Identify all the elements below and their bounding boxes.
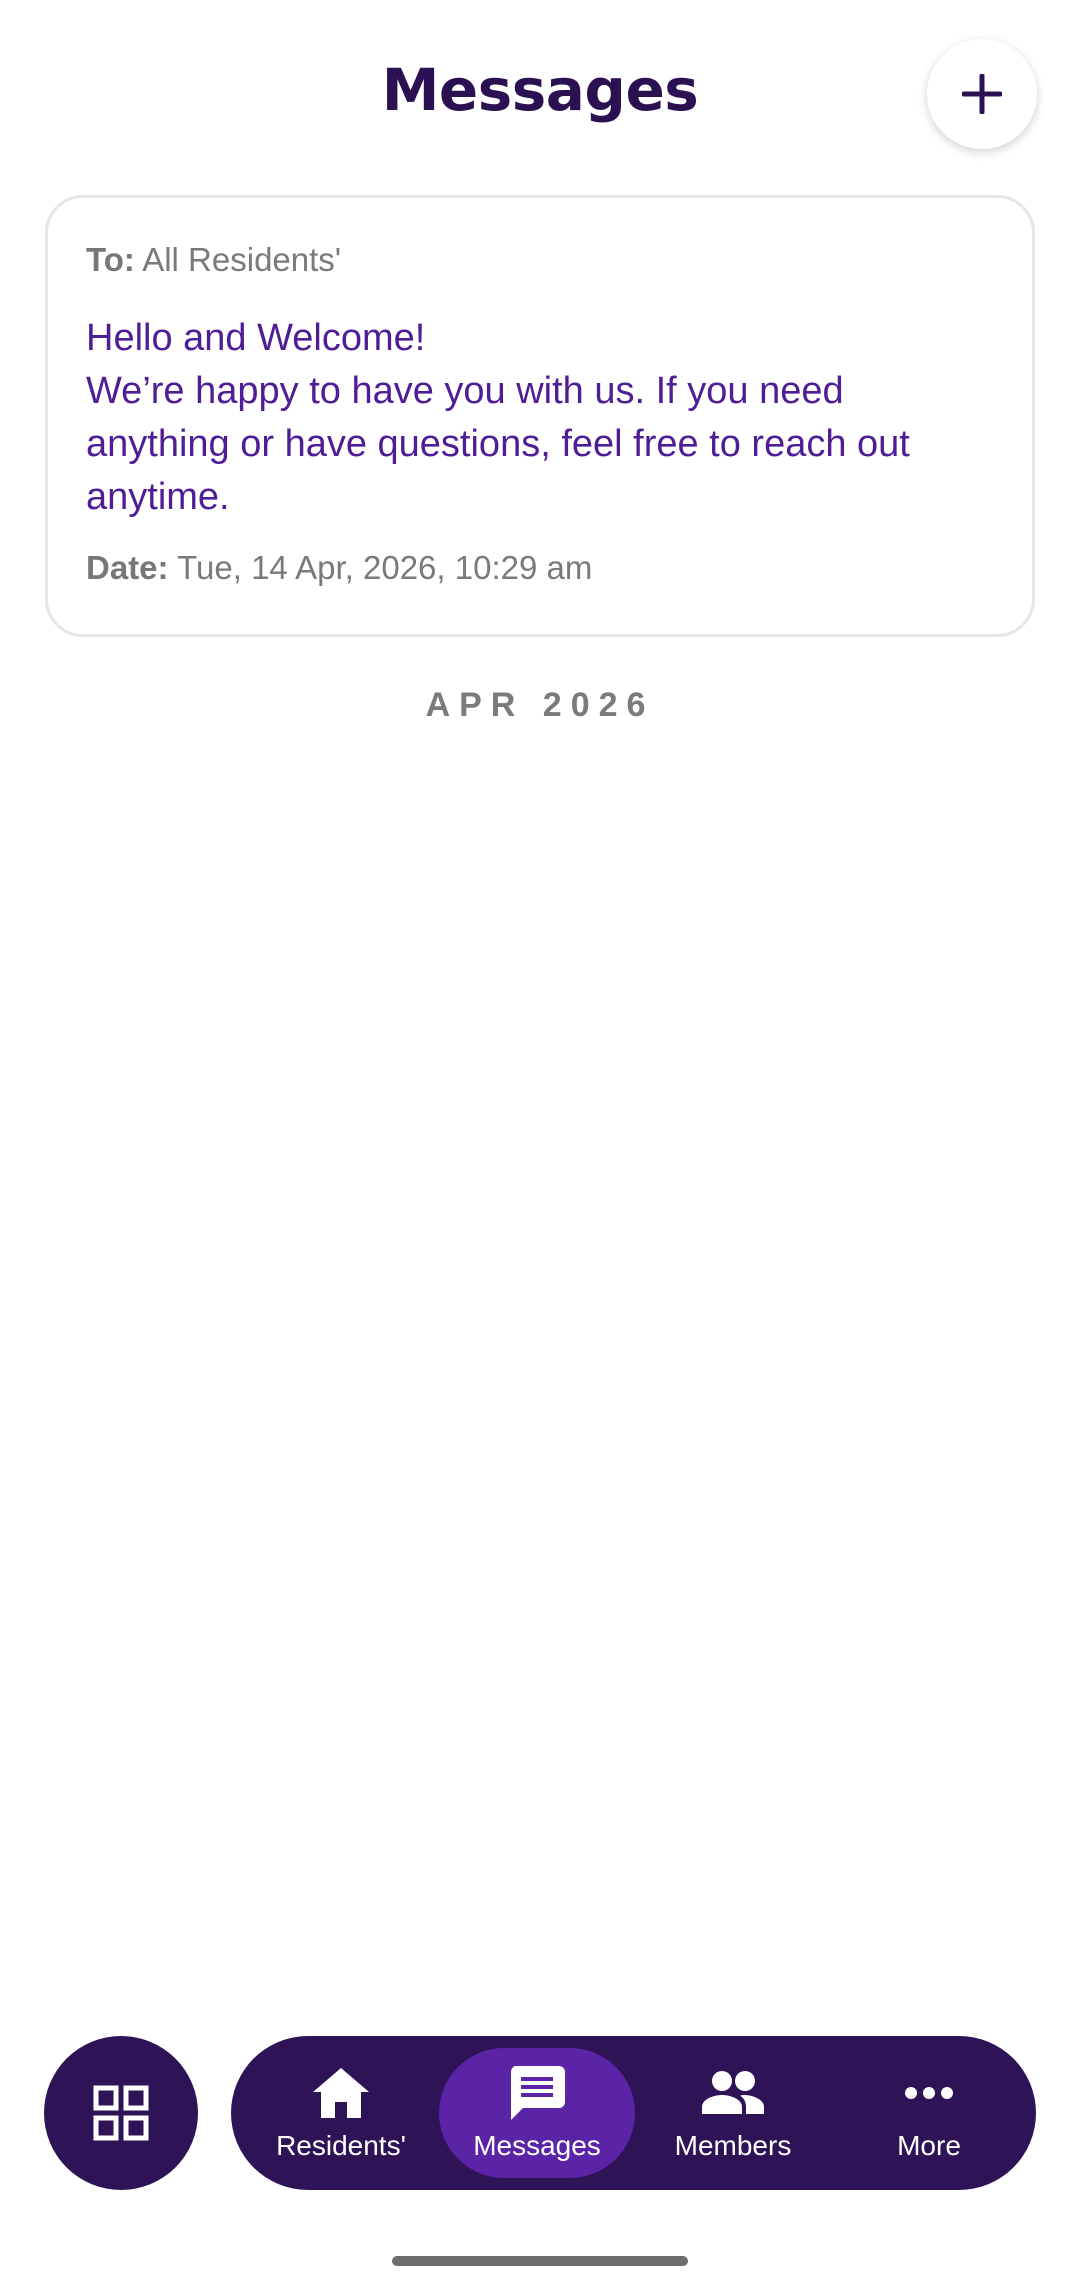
nav-item-messages[interactable]: Messages — [439, 2048, 635, 2178]
grid-icon — [93, 2085, 149, 2141]
recipient-value: All Residents' — [134, 241, 342, 278]
recipient-line: To: All Residents' — [86, 240, 994, 280]
bottom-nav-bar: Residents' Messages Members More — [231, 2036, 1036, 2190]
page-title: Messages — [381, 56, 699, 124]
date-line: Date: Tue, 14 Apr, 2026, 10:29 am — [86, 548, 994, 588]
nav-item-more[interactable]: More — [831, 2048, 1027, 2178]
nav-label-members: Members — [674, 2130, 792, 2161]
date-value: Tue, 14 Apr, 2026, 10:29 am — [168, 549, 593, 586]
grid-menu-button[interactable] — [44, 2036, 198, 2190]
message-body: Hello and Welcome! We’re happy to have y… — [86, 312, 986, 524]
plus-icon — [962, 74, 1002, 114]
recipient-label: To: — [86, 241, 135, 278]
nav-item-residents[interactable]: Residents' — [243, 2048, 439, 2178]
nav-label-residents: Residents' — [276, 2130, 406, 2161]
date-label: Date: — [86, 549, 169, 586]
nav-label-more: More — [897, 2130, 961, 2161]
month-separator: APR 2026 — [425, 686, 655, 724]
home-indicator[interactable] — [392, 2256, 688, 2266]
add-message-button[interactable] — [927, 39, 1037, 149]
people-icon — [702, 2071, 764, 2114]
more-dots-icon — [905, 2087, 953, 2099]
header: Messages — [0, 0, 1080, 190]
message-card[interactable]: To: All Residents' Hello and Welcome! We… — [45, 195, 1035, 637]
message-icon — [510, 2066, 565, 2120]
home-icon — [313, 2068, 369, 2118]
message-text: We’re happy to have you with us. If you … — [86, 370, 910, 518]
nav-item-members[interactable]: Members — [635, 2048, 831, 2178]
message-title: Hello and Welcome! — [86, 317, 426, 359]
nav-label-messages: Messages — [473, 2130, 601, 2161]
